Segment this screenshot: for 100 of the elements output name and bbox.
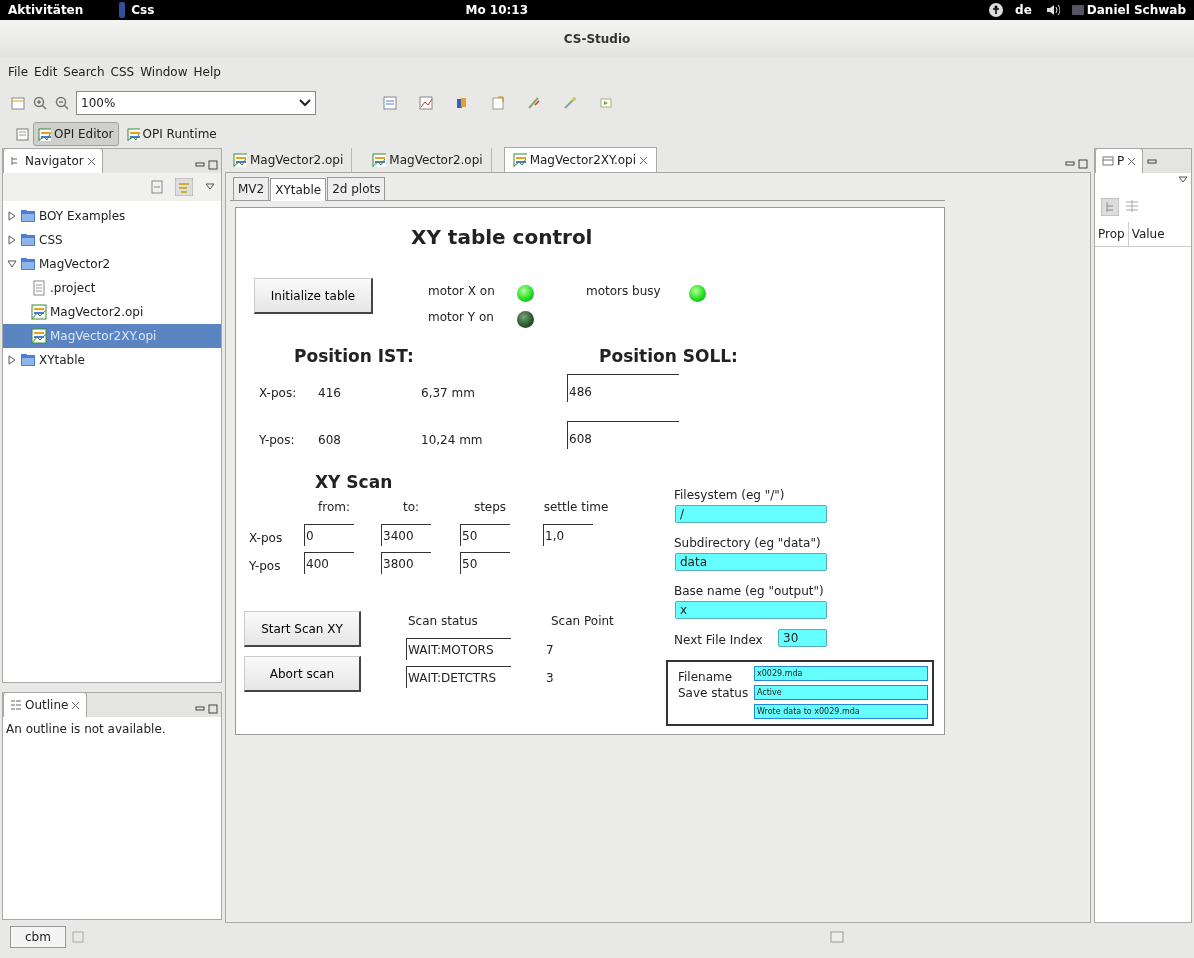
volume-icon[interactable] bbox=[1045, 4, 1060, 16]
index-field[interactable]: 30 bbox=[778, 629, 827, 647]
view-tab[interactable]: Outline bbox=[3, 692, 88, 717]
tree-item[interactable]: MagVector2 bbox=[3, 252, 221, 276]
initialize-button[interactable]: Initialize table bbox=[254, 278, 373, 314]
text-field[interactable]: / bbox=[675, 505, 827, 523]
tree-item[interactable]: .project bbox=[3, 276, 221, 300]
properties-icon bbox=[1102, 155, 1114, 167]
scan-field[interactable]: 3800 bbox=[381, 552, 431, 574]
info-message: An outline is not available. bbox=[5, 721, 167, 738]
column-header[interactable]: Value bbox=[1128, 222, 1168, 246]
menu-item[interactable]: Help bbox=[193, 63, 221, 81]
close-icon[interactable] bbox=[1127, 156, 1137, 166]
tree-item[interactable]: BOY Examples bbox=[3, 204, 221, 228]
setpoint-field[interactable]: 486 bbox=[567, 374, 679, 402]
close-icon[interactable] bbox=[71, 700, 81, 710]
user-menu[interactable]: Daniel Schwab bbox=[1086, 1, 1186, 19]
scan-button[interactable]: Abort scan bbox=[244, 656, 361, 692]
view-menu-icon[interactable] bbox=[1178, 176, 1188, 184]
editor-tab[interactable]: MagVector2XY.opi bbox=[503, 147, 658, 172]
scan-field[interactable]: 50 bbox=[460, 552, 510, 574]
app-menu[interactable]: Css bbox=[131, 1, 155, 19]
scan-point: 7 bbox=[546, 642, 554, 659]
scan-point: 3 bbox=[546, 670, 554, 687]
setpoint-field[interactable]: 608 bbox=[567, 421, 679, 449]
column-header: Scan Point bbox=[551, 613, 614, 630]
text-field[interactable]: x bbox=[675, 601, 827, 619]
menu-item[interactable]: File bbox=[8, 63, 29, 81]
minimize-icon[interactable] bbox=[1147, 157, 1158, 167]
zoom-in-icon[interactable] bbox=[32, 95, 48, 111]
outline-icon bbox=[10, 699, 22, 711]
chart-icon bbox=[38, 127, 51, 141]
section-heading: Position IST: bbox=[294, 345, 414, 368]
scan-field[interactable]: 0 bbox=[304, 524, 354, 546]
field-label: Filesystem (eg "/") bbox=[674, 487, 785, 504]
perspective-button[interactable]: OPI Editor bbox=[33, 122, 119, 146]
led-label: motor Y on bbox=[428, 309, 494, 326]
tree-item[interactable]: MagVector2.opi bbox=[3, 300, 221, 324]
view-tab[interactable]: Navigator bbox=[3, 148, 103, 173]
language-indicator[interactable]: de bbox=[1015, 1, 1032, 19]
maximize-icon[interactable] bbox=[208, 704, 218, 714]
display-tab[interactable]: MV2 bbox=[233, 177, 270, 200]
folder-icon bbox=[20, 352, 36, 368]
row-label: X-pos bbox=[249, 530, 283, 547]
scan-field[interactable]: 1,0 bbox=[543, 524, 593, 546]
section-heading: Position SOLL: bbox=[599, 345, 738, 368]
view-tab[interactable]: P bbox=[1095, 148, 1144, 173]
menu-item[interactable]: Edit bbox=[34, 63, 58, 81]
menu-item[interactable]: Window bbox=[140, 63, 188, 81]
text-field[interactable]: data bbox=[675, 553, 827, 571]
display-title: XY table control bbox=[411, 224, 593, 251]
column-header: from: bbox=[317, 499, 351, 516]
dropdown-icon[interactable] bbox=[299, 99, 311, 107]
expand-icon[interactable] bbox=[7, 259, 17, 269]
view-menu-icon[interactable] bbox=[205, 183, 215, 191]
maximize-icon[interactable] bbox=[1078, 159, 1088, 169]
expand-icon[interactable] bbox=[7, 355, 17, 365]
display-tab[interactable]: 2d plots bbox=[327, 177, 386, 200]
maximize-icon[interactable] bbox=[208, 160, 218, 170]
display-tab[interactable]: XYtable bbox=[270, 178, 327, 201]
chart-icon[interactable] bbox=[418, 95, 434, 111]
tree-item[interactable]: CSS bbox=[3, 228, 221, 252]
scan-field[interactable]: 50 bbox=[460, 524, 510, 546]
column-header: steps bbox=[472, 499, 508, 516]
position-mm: 6,37 mm bbox=[421, 385, 475, 402]
close-icon[interactable] bbox=[86, 156, 96, 166]
zoom-out-icon[interactable] bbox=[54, 95, 70, 111]
close-icon[interactable] bbox=[639, 155, 649, 165]
scan-button[interactable]: Start Scan XY bbox=[244, 611, 361, 647]
minimize-icon[interactable] bbox=[195, 704, 205, 714]
file-icon bbox=[31, 280, 47, 296]
app-icon bbox=[119, 2, 126, 18]
menu-item[interactable]: CSS bbox=[110, 63, 135, 81]
open-perspective-icon[interactable] bbox=[16, 127, 30, 141]
readback-field: x0029.mda bbox=[754, 666, 928, 681]
field-label: Next File Index bbox=[674, 632, 763, 649]
readback-field: Wrote data to x0029.mda bbox=[754, 704, 928, 719]
clock[interactable]: Mo 10:13 bbox=[154, 1, 840, 19]
tree-item[interactable]: XYtable bbox=[3, 348, 221, 372]
row-label: X-pos: bbox=[259, 385, 297, 402]
perspective-button[interactable]: OPI Runtime bbox=[121, 122, 222, 146]
scan-field[interactable]: 3400 bbox=[381, 524, 431, 546]
menu-item[interactable]: Search bbox=[63, 63, 105, 81]
column-header[interactable]: Prop bbox=[1095, 222, 1129, 246]
zoom-combo[interactable]: 100% bbox=[76, 91, 316, 115]
wand-icon[interactable] bbox=[562, 95, 578, 111]
minimize-icon[interactable] bbox=[195, 160, 205, 170]
field-label: Subdirectory (eg "data") bbox=[674, 535, 821, 552]
accessibility-icon[interactable] bbox=[989, 3, 1004, 17]
export-icon[interactable] bbox=[490, 95, 506, 111]
status-field: cbm bbox=[10, 926, 66, 948]
expand-icon[interactable] bbox=[7, 211, 17, 221]
expand-icon[interactable] bbox=[7, 235, 17, 245]
minimize-icon[interactable] bbox=[1065, 159, 1075, 169]
readback-field: Active bbox=[754, 685, 928, 700]
pen-icon[interactable] bbox=[526, 95, 542, 111]
field-label: Save status bbox=[678, 685, 749, 702]
led-label: motors busy bbox=[586, 283, 661, 300]
activities-button[interactable]: Aktivitäten bbox=[8, 1, 84, 19]
scan-field[interactable]: 400 bbox=[304, 552, 354, 574]
